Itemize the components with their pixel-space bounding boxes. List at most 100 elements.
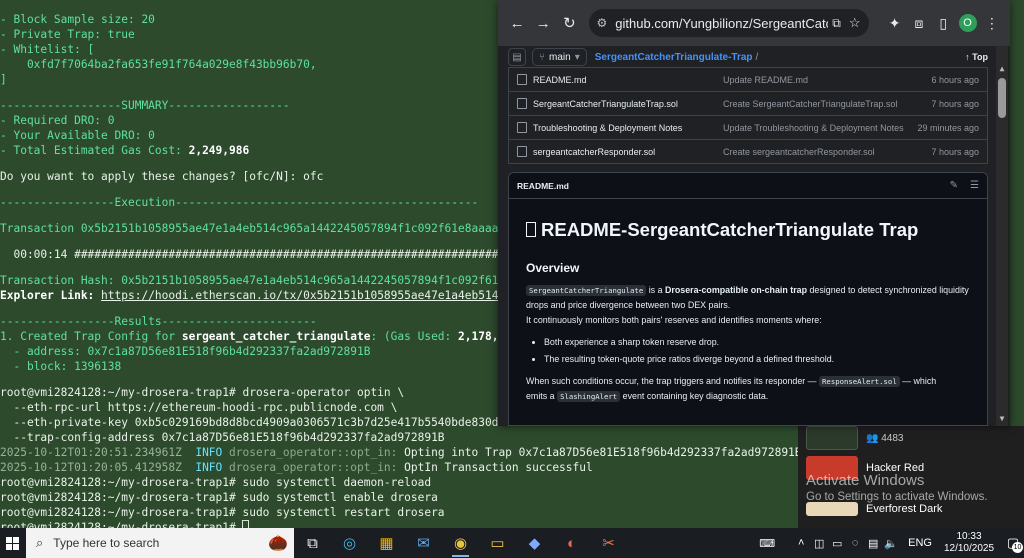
clock-time: 10:33 [956,531,982,542]
activation-watermark-subtitle: Go to Settings to activate Windows. [806,491,988,503]
trigger-pre: When such conditions occur, the trap tri… [526,376,820,386]
url-text: github.com/Yungbilionz/SergeantCatch... [615,15,829,31]
emits-pre: emits a [526,391,558,401]
taskbar: ⌕ Type here to search 🌰 ⧉ ◎ ▦ ✉ ◉ ▭ ◆ ◐ … [0,528,1024,558]
app-row-everforest[interactable]: Everforest Dark [806,502,942,516]
commit-age: 7 hours ago [931,98,979,109]
browser-window: ← → ↻ ⚙ github.com/Yungbilionz/SergeantC… [498,0,1010,426]
back-arrow-icon[interactable]: ← [504,9,530,37]
tool-app-icon[interactable]: ✂ [590,528,627,558]
paint-app-icon[interactable]: ◐ [553,528,590,558]
file-name[interactable]: README.md [533,75,723,85]
outline-list-icon[interactable]: ☰ [970,180,979,191]
file-name[interactable]: Troubleshooting & Deployment Notes [533,123,723,133]
extensions-icon[interactable]: ⧈ [907,10,931,36]
commit-message[interactable]: Update README.md [723,75,931,85]
top-button[interactable]: ↑ Top [965,52,988,62]
app-thumb-everforest [806,502,858,516]
readme-content: README-SergeantCatcherTriangulate Trap O… [509,219,987,404]
commit-message[interactable]: Create SergeantCatcherTriangulateTrap.so… [723,99,931,109]
start-button[interactable] [2,528,22,558]
clock[interactable]: 10:33 12/10/2025 [940,531,998,555]
file-icon [517,98,527,109]
file-tree-toggle-icon[interactable]: ▤ [508,48,526,66]
language-indicator[interactable]: ENG [908,537,932,549]
show-hidden-icons-chevron-icon[interactable]: ˄ [792,537,810,549]
scroll-up-arrow-icon[interactable]: ▲ [996,64,1008,74]
system-tray: ⌨ ˄ ◫ ▭ ◌ ▤ 🔈 ENG 10:33 12/10/2025 ▢10 [758,528,1024,558]
intro-bold: Drosera-compatible on-chain trap [664,285,808,295]
breadcrumb-repo[interactable]: SergeantCatcherTriangulate-Trap [595,52,753,63]
chevron-down-icon: ▾ [574,51,580,63]
edge-browser-icon[interactable]: ◎ [331,528,368,558]
search-icon: ⌕ [36,535,44,550]
intro-is: is a [646,285,665,295]
branch-icon: ⑂ [539,51,545,63]
scrollbar-thumb[interactable] [998,78,1006,118]
file-name[interactable]: SergeantCatcherTriangulateTrap.sol [533,99,723,109]
readme-header: README.md ✎ ☰ [509,173,987,199]
missing-glyph-icon [526,222,536,237]
repo-header: ▤ ⑂ main ▾ SergeantCatcherTriangulate-Tr… [508,46,988,68]
readme-panel: README.md ✎ ☰ README-SergeantCatcherTria… [508,172,988,426]
list-item: The resulting token-quote price ratios d… [544,351,970,368]
camera-icon[interactable]: ◫ [810,537,828,550]
commit-age: 6 hours ago [931,74,979,85]
list-item: Both experience a sharp token reserve dr… [544,334,970,351]
mail-icon[interactable]: ✉ [405,528,442,558]
reload-icon[interactable]: ↻ [556,9,582,37]
microsoft-store-icon[interactable]: ▦ [368,528,405,558]
app-row-count[interactable]: 👥 4483 [806,426,903,450]
readme-title: README-SergeantCatcherTriangulate Trap [526,219,970,247]
profile-avatar[interactable]: O [955,10,979,36]
edit-pencil-icon[interactable]: ✎ [950,180,958,191]
readme-title-text: README-SergeantCatcherTriangulate Trap [541,219,919,240]
extension-puzzle-icon-1[interactable]: ✦ [883,10,907,36]
intro-paragraph: SergeantCatcherTriangulate is a Drosera-… [526,283,970,328]
trigger-post: — which [899,376,937,386]
commit-message[interactable]: Create sergeantcatcherResponder.sol [723,147,931,157]
readme-tab[interactable]: README.md [517,181,569,191]
kebab-menu-icon[interactable]: ⋮ [980,10,1004,36]
site-info-icon[interactable]: ⚙ [597,16,608,30]
install-app-icon[interactable]: ⧉ [832,16,841,31]
file-explorer-icon[interactable]: ▭ [479,528,516,558]
network-icon[interactable]: ◌ [846,537,864,549]
users-icon: 👥 [866,432,882,444]
terminal-app-icon[interactable]: ◆ [516,528,553,558]
explorer-link[interactable]: https://hoodi.etherscan.io/tx/0x5b2151b1… [101,289,552,302]
overview-heading: Overview [526,261,580,275]
top-label: Top [972,52,988,62]
table-row[interactable]: README.md Update README.md 6 hours ago [509,67,987,91]
trigger-paragraph: When such conditions occur, the trap tri… [526,374,970,404]
touch-keyboard-icon[interactable]: ⌨ [758,537,776,550]
condition-list: Both experience a sharp token reserve dr… [526,334,970,368]
avatar: O [958,14,977,32]
table-row[interactable]: Troubleshooting & Deployment Notes Update… [509,115,987,139]
file-name[interactable]: sergeantcatcherResponder.sol [533,147,723,157]
monitor-text: It continuously monitors both pairs' res… [526,315,822,325]
chrome-icon[interactable]: ◉ [442,528,479,558]
scroll-down-arrow-icon[interactable]: ▼ [996,414,1008,424]
commit-message[interactable]: Update Troubleshooting & Deployment Note… [723,123,917,133]
forward-arrow-icon[interactable]: → [530,9,556,37]
branch-selector[interactable]: ⑂ main ▾ [532,48,587,66]
app-thumb [806,426,858,450]
table-row[interactable]: SergeantCatcherTriangulateTrap.sol Create… [509,91,987,115]
file-icon [517,122,527,133]
breadcrumb-separator: / [755,51,759,63]
volume-icon[interactable]: 🔈 [882,537,900,550]
commit-age: 7 hours ago [931,146,979,157]
sidebar-icon[interactable]: ▯ [931,10,955,36]
file-icon [517,146,527,157]
folder-tray-icon[interactable]: ▤ [864,537,882,550]
address-bar[interactable]: ⚙ github.com/Yungbilionz/SergeantCatch..… [588,9,869,37]
battery-icon[interactable]: ▭ [828,537,846,550]
taskbar-search[interactable]: ⌕ Type here to search 🌰 [26,528,294,558]
notification-icon[interactable]: ▢10 [1002,532,1024,554]
activation-watermark-title: Activate Windows [806,472,925,489]
browser-toolbar: ← → ↻ ⚙ github.com/Yungbilionz/SergeantC… [498,0,1010,46]
table-row[interactable]: sergeantcatcherResponder.sol Create serge… [509,139,987,163]
bookmark-star-icon[interactable]: ☆ [849,15,861,31]
task-view-icon[interactable]: ⧉ [294,528,331,558]
